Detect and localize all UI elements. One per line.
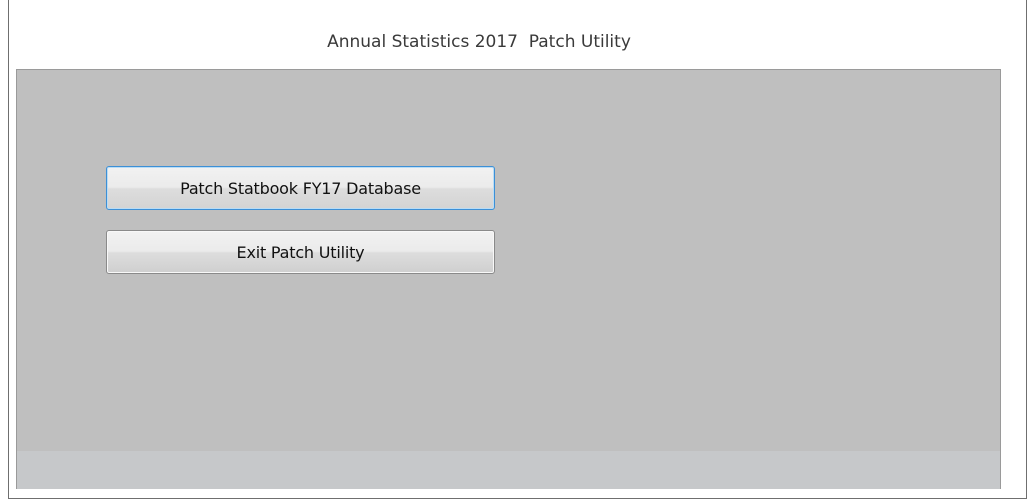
patch-database-button-label: Patch Statbook FY17 Database <box>180 178 421 198</box>
exit-patch-utility-button[interactable]: Exit Patch Utility <box>106 230 495 274</box>
panel-footer <box>16 451 1001 489</box>
exit-patch-utility-button-label: Exit Patch Utility <box>236 242 365 262</box>
patch-database-button[interactable]: Patch Statbook FY17 Database <box>106 166 495 210</box>
window-title: Annual Statistics 2017 Patch Utility <box>327 32 631 52</box>
